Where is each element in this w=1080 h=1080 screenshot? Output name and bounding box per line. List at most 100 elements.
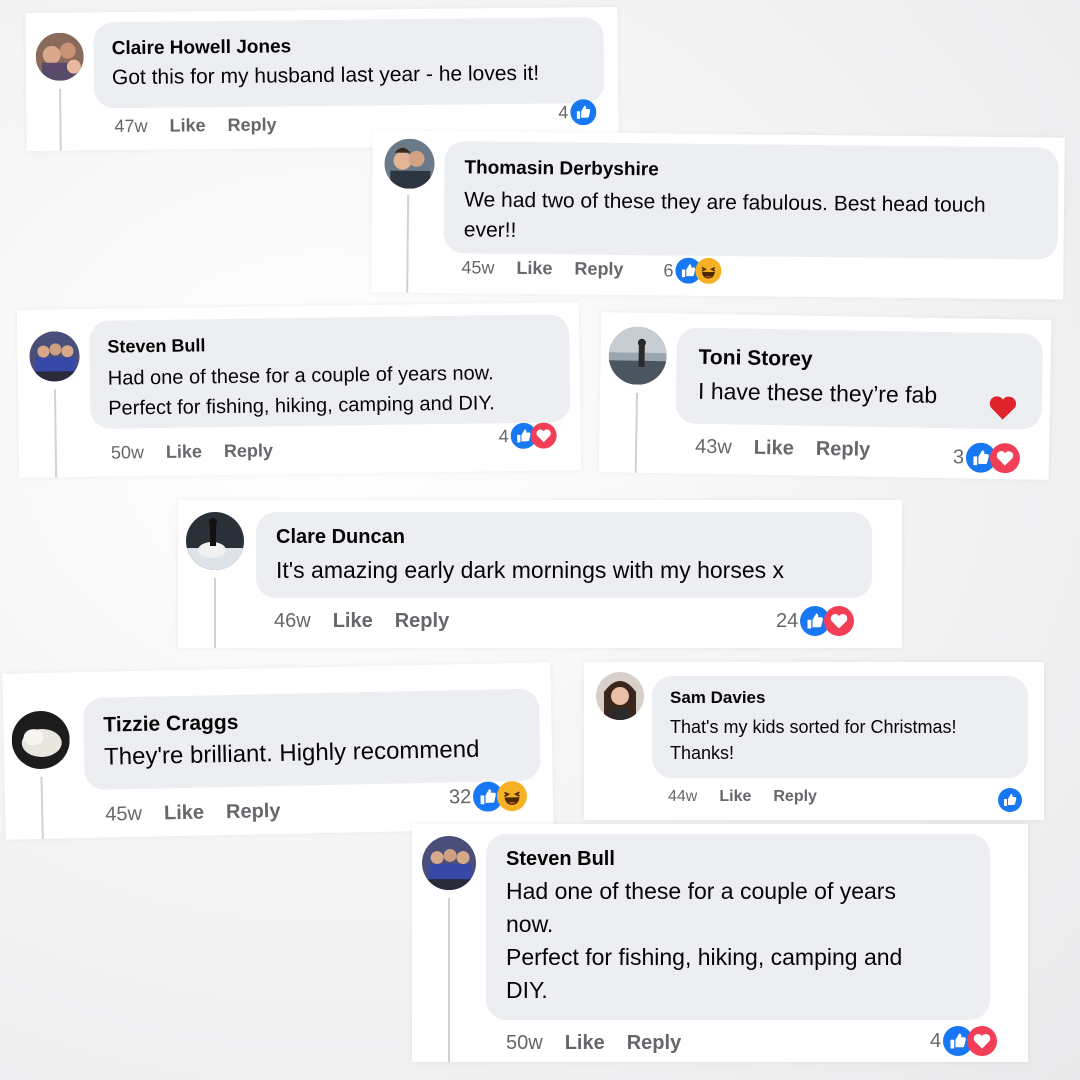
like-button[interactable]: Like <box>166 441 202 462</box>
comment-text: That's my kids sorted for Christmas! Tha… <box>670 717 957 763</box>
comment-timestamp[interactable]: 45w <box>105 803 142 826</box>
comment-timestamp[interactable]: 43w <box>695 436 732 459</box>
comment-card-clare-duncan: Clare Duncan It's amazing early dark mor… <box>178 500 902 648</box>
comment-timestamp[interactable]: 45w <box>461 257 494 277</box>
reply-button[interactable]: Reply <box>395 610 449 632</box>
comment-bubble: Toni Storey I have these they’re fab <box>675 327 1044 430</box>
comment-actions: 47w Like Reply <box>114 114 298 137</box>
comment-bubble: Steven Bull Had one of these for a coupl… <box>89 314 571 429</box>
comment-card-claire-howell-jones: Claire Howell Jones Got this for my husb… <box>25 6 619 152</box>
avatar[interactable] <box>596 672 644 720</box>
reply-button[interactable]: Reply <box>226 800 281 823</box>
reaction-count: 32 <box>448 785 472 808</box>
reaction-summary[interactable] <box>996 788 1022 812</box>
commenter-name[interactable]: Tizzie Craggs <box>103 705 519 738</box>
haha-icon <box>497 781 528 812</box>
comment-actions: 45w Like Reply <box>105 800 303 827</box>
comment-text: We had two of these they are fabulous. B… <box>463 188 986 242</box>
avatar[interactable] <box>11 710 71 770</box>
commenter-name[interactable]: Thomasin Derbyshire <box>464 157 1038 185</box>
love-icon <box>990 443 1021 474</box>
comment-card-tizzie-craggs: Tizzie Craggs They're brilliant. Highly … <box>2 662 554 840</box>
like-button[interactable]: Like <box>719 788 751 805</box>
comment-bubble: Thomasin Derbyshire We had two of these … <box>443 141 1059 260</box>
avatar[interactable] <box>35 32 85 81</box>
comment-text: Had one of these for a couple of years n… <box>107 362 495 420</box>
comment-card-steven-bull-2: Steven Bull Had one of these for a coupl… <box>412 824 1028 1062</box>
like-icon <box>570 99 597 126</box>
comment-text: I have these they’re fab <box>697 377 938 408</box>
thread-line <box>40 776 44 839</box>
like-button[interactable]: Like <box>164 802 204 825</box>
avatar[interactable] <box>422 836 476 890</box>
comment-actions: 50w Like Reply <box>506 1032 703 1055</box>
thread-line <box>214 578 216 648</box>
thread-line <box>406 194 410 293</box>
like-icon <box>998 788 1022 812</box>
comment-timestamp[interactable]: 50w <box>111 442 144 462</box>
comment-timestamp[interactable]: 44w <box>668 788 697 805</box>
reaction-count: 3 <box>952 445 965 468</box>
reaction-summary[interactable]: 24 <box>776 606 855 636</box>
like-button[interactable]: Like <box>333 610 373 632</box>
comment-bubble: Steven Bull Had one of these for a coupl… <box>486 834 990 1020</box>
comment-text: It's amazing early dark mornings with my… <box>276 557 785 583</box>
comment-actions: 50w Like Reply <box>111 440 295 464</box>
comment-text: Got this for my husband last year - he l… <box>111 61 540 90</box>
avatar[interactable] <box>186 512 244 570</box>
commenter-name[interactable]: Toni Storey <box>698 346 1020 376</box>
comment-actions: 44w Like Reply <box>668 788 839 806</box>
reaction-count: 4 <box>558 101 569 123</box>
comment-timestamp[interactable]: 47w <box>114 116 147 136</box>
thread-line <box>634 392 639 473</box>
reaction-summary[interactable]: 4 <box>498 422 557 449</box>
comment-actions: 43w Like Reply <box>695 436 893 462</box>
comment-bubble: Clare Duncan It's amazing early dark mor… <box>256 512 872 598</box>
reply-button[interactable]: Reply <box>627 1032 681 1054</box>
thread-line <box>448 898 450 1062</box>
reaction-summary[interactable]: 3 <box>952 442 1021 474</box>
commenter-name[interactable]: Steven Bull <box>107 330 551 357</box>
like-button[interactable]: Like <box>754 437 794 460</box>
comment-timestamp[interactable]: 46w <box>274 610 311 632</box>
comment-card-sam-davies: Sam Davies That's my kids sorted for Chr… <box>584 662 1044 820</box>
reaction-summary[interactable]: 6 <box>663 257 722 284</box>
comment-bubble: Tizzie Craggs They're brilliant. Highly … <box>82 688 541 791</box>
avatar[interactable] <box>608 326 668 386</box>
thread-line <box>59 88 62 151</box>
reaction-summary[interactable]: 4 <box>930 1026 998 1056</box>
reply-button[interactable]: Reply <box>773 788 817 805</box>
thread-line <box>53 389 58 478</box>
reaction-count: 6 <box>663 259 674 281</box>
reply-button[interactable]: Reply <box>224 440 273 461</box>
comment-actions: 46w Like Reply <box>274 610 471 633</box>
reaction-count: 4 <box>498 425 509 446</box>
avatar[interactable] <box>384 138 435 190</box>
reaction-count: 4 <box>930 1029 942 1052</box>
reply-button[interactable]: Reply <box>816 438 871 461</box>
commenter-name[interactable]: Sam Davies <box>670 688 1010 708</box>
comment-bubble: Sam Davies That's my kids sorted for Chr… <box>652 676 1028 778</box>
comment-timestamp[interactable]: 50w <box>506 1032 543 1054</box>
reaction-summary[interactable]: 4 <box>558 99 597 126</box>
comment-text: They're brilliant. Highly recommend <box>103 735 480 771</box>
commenter-name[interactable]: Claire Howell Jones <box>112 33 586 60</box>
like-button[interactable]: Like <box>516 258 552 278</box>
love-icon <box>967 1026 998 1056</box>
comment-actions: 45w Like Reply <box>461 257 645 280</box>
comment-card-steven-bull: Steven Bull Had one of these for a coupl… <box>16 302 582 478</box>
love-icon <box>530 422 557 449</box>
commenter-name[interactable]: Clare Duncan <box>276 526 852 549</box>
comment-card-thomasin-derbyshire: Thomasin Derbyshire We had two of these … <box>371 130 1065 300</box>
love-icon <box>824 606 855 636</box>
reply-button[interactable]: Reply <box>227 114 276 135</box>
avatar[interactable] <box>29 331 80 382</box>
reply-button[interactable]: Reply <box>574 259 623 280</box>
like-button[interactable]: Like <box>565 1032 605 1054</box>
haha-icon <box>695 257 722 284</box>
reaction-summary[interactable]: 32 <box>449 781 528 813</box>
comment-card-toni-storey: Toni Storey I have these they’re fab 43w… <box>598 312 1052 480</box>
commenter-name[interactable]: Steven Bull <box>506 848 970 871</box>
comment-bubble: Claire Howell Jones Got this for my husb… <box>93 17 605 109</box>
like-button[interactable]: Like <box>169 115 205 135</box>
